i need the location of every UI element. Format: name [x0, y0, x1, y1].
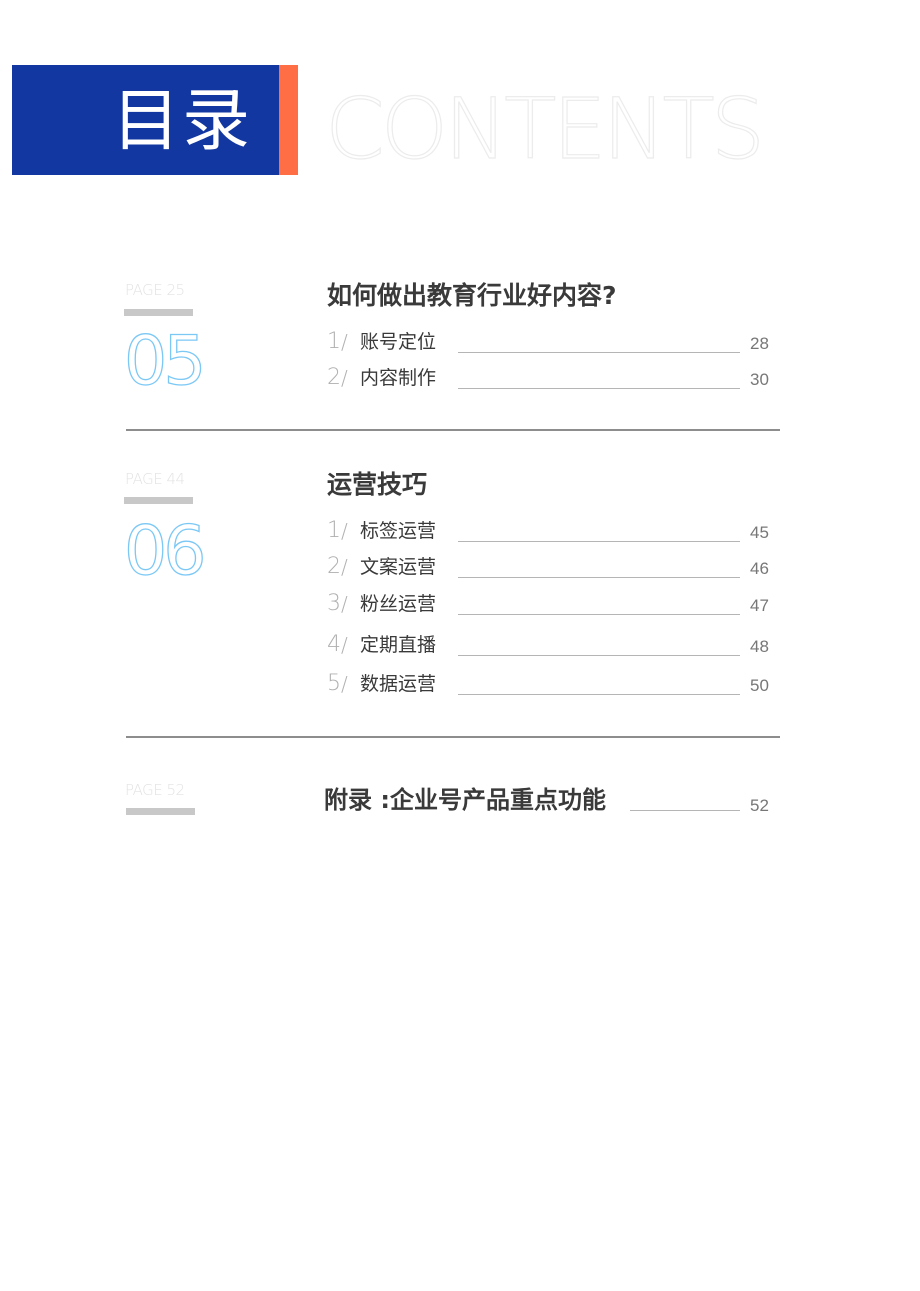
entry-separator: /: [341, 519, 348, 543]
toc-entry[interactable]: 2 / 内容制作 30: [327, 364, 777, 392]
entry-index: 2: [327, 554, 341, 579]
entry-label[interactable]: 定期直播: [360, 631, 436, 659]
entry-index: 1: [327, 518, 341, 543]
entry-separator: /: [341, 672, 348, 696]
appendix-page-number[interactable]: 52: [750, 794, 769, 818]
entry-leader-line: [458, 655, 740, 656]
entry-label[interactable]: 标签运营: [360, 517, 436, 545]
entry-page-number[interactable]: 50: [750, 674, 769, 698]
section-divider: [126, 736, 780, 738]
toc-entry[interactable]: 5 / 数据运营 50: [327, 670, 777, 698]
appendix-title[interactable]: 附录 :企业号产品重点功能: [324, 785, 606, 815]
section-page-bar: [124, 309, 193, 316]
header-accent-strip: [279, 65, 298, 175]
entry-separator: /: [341, 366, 348, 390]
page-subtitle: CONTENTS: [324, 80, 765, 178]
entry-label[interactable]: 文案运营: [360, 553, 436, 581]
entry-separator: /: [341, 555, 348, 579]
section-page-label: PAGE 44: [125, 470, 185, 488]
entry-separator: /: [341, 633, 348, 657]
entry-leader-line: [458, 694, 740, 695]
entry-leader-line: [458, 388, 740, 389]
entry-index: 2: [327, 365, 341, 390]
entry-label[interactable]: 粉丝运营: [360, 590, 436, 618]
section-title[interactable]: 如何做出教育行业好内容?: [327, 281, 617, 311]
page-title: 目录: [112, 82, 253, 161]
appendix-page-bar: [126, 808, 195, 815]
entry-page-number[interactable]: 46: [750, 557, 769, 581]
entry-index: 1: [327, 329, 341, 354]
entry-label[interactable]: 账号定位: [360, 328, 436, 356]
section-page-bar: [124, 497, 193, 504]
entry-index: 3: [327, 591, 341, 616]
entry-page-number[interactable]: 47: [750, 594, 769, 618]
toc-entry[interactable]: 1 / 账号定位 28: [327, 328, 777, 356]
section-divider: [126, 429, 780, 431]
section-page-label: PAGE 25: [125, 281, 185, 299]
toc-entry[interactable]: 2 / 文案运营 46: [327, 553, 777, 581]
toc-entry[interactable]: 3 / 粉丝运营 47: [327, 590, 777, 618]
entry-leader-line: [458, 614, 740, 615]
entry-label[interactable]: 数据运营: [360, 670, 436, 698]
appendix-page-label: PAGE 52: [125, 781, 185, 799]
entry-leader-line: [458, 577, 740, 578]
entry-separator: /: [341, 330, 348, 354]
entry-page-number[interactable]: 30: [750, 368, 769, 392]
entry-index: 4: [327, 632, 341, 657]
chapter-number: 06: [123, 512, 207, 591]
entry-leader-line: [458, 352, 740, 353]
toc-entry[interactable]: 4 / 定期直播 48: [327, 631, 777, 659]
section-title[interactable]: 运营技巧: [327, 470, 427, 500]
entry-separator: /: [341, 592, 348, 616]
entry-page-number[interactable]: 48: [750, 635, 769, 659]
appendix-leader-line: [630, 810, 740, 811]
entry-page-number[interactable]: 45: [750, 521, 769, 545]
entry-leader-line: [458, 541, 740, 542]
entry-label[interactable]: 内容制作: [360, 364, 436, 392]
chapter-number: 05: [123, 322, 207, 401]
entry-page-number[interactable]: 28: [750, 332, 769, 356]
entry-index: 5: [327, 671, 341, 696]
toc-entry[interactable]: 1 / 标签运营 45: [327, 517, 777, 545]
